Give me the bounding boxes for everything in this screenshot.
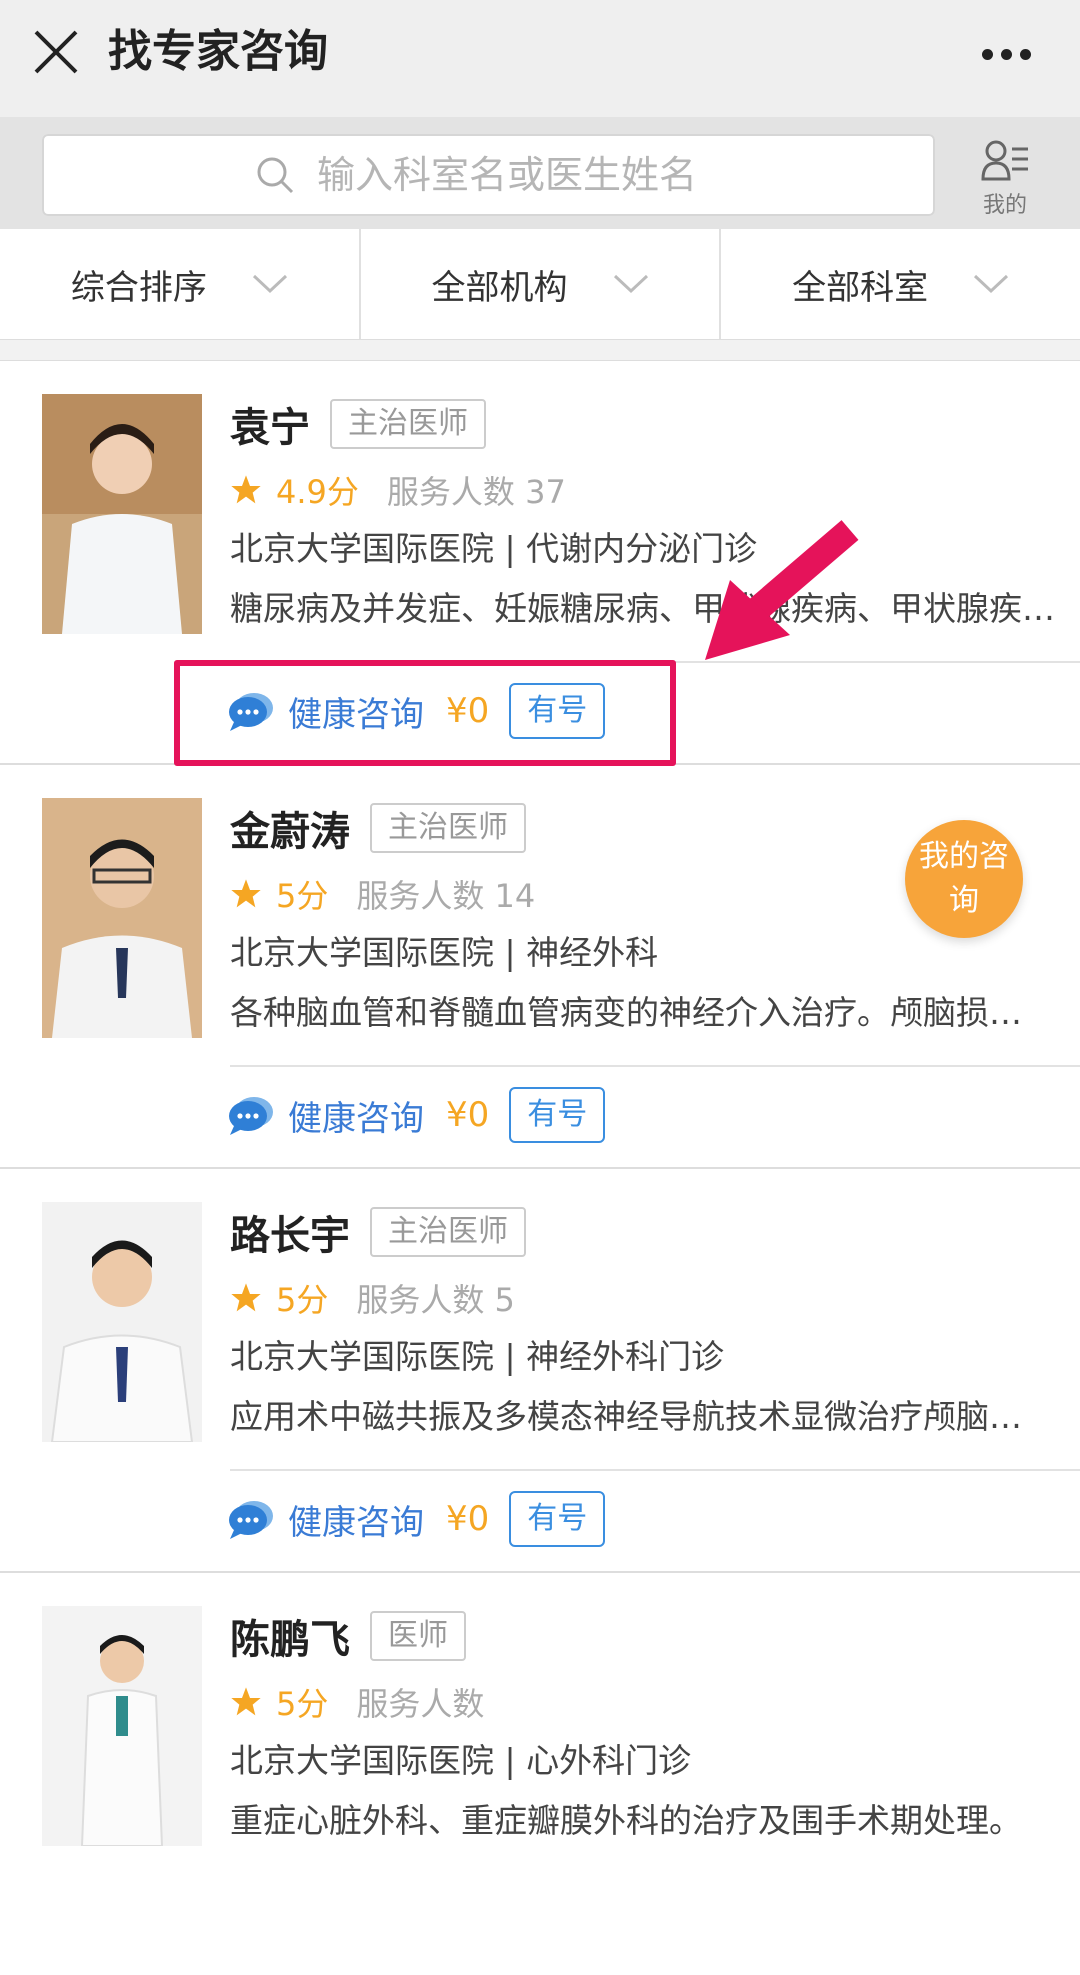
doctor-photo	[42, 798, 202, 1038]
highlight-box	[174, 660, 676, 766]
search-area: 输入科室名或医生姓名 我的	[0, 117, 1080, 229]
search-placeholder: 输入科室名或医生姓名	[317, 153, 698, 197]
served-count: 服务人数 37	[386, 473, 566, 511]
doctor-name: 陈鹏飞	[230, 1617, 350, 1663]
mine-button[interactable]: 我的	[965, 133, 1045, 218]
specialty: 应用术中磁共振及多模态神经导航技术显微治疗颅脑…	[230, 1397, 1022, 1436]
chat-bubble-icon	[229, 1097, 273, 1135]
mine-label: 我的	[982, 193, 1027, 218]
consult-row[interactable]: 健康咨询 ¥0 有号	[228, 1489, 606, 1549]
served-count: 服务人数	[356, 1685, 485, 1723]
spacer	[0, 340, 1080, 361]
my-consult-button[interactable]: 我的咨询	[905, 820, 1023, 938]
price: ¥0	[446, 1095, 490, 1135]
chat-bubble-icon	[229, 1501, 273, 1539]
filter-label: 全部机构	[431, 267, 568, 308]
chevron-down-icon	[252, 274, 287, 294]
filter-sort[interactable]: 综合排序	[0, 229, 361, 339]
hospital-dept: 北京大学国际医院 | 神经外科门诊	[230, 1337, 725, 1376]
rating-score: 5分	[276, 1685, 329, 1723]
doctor-title-badge: 主治医师	[370, 1207, 526, 1257]
doctor-photo	[42, 1606, 202, 1846]
filter-label: 全部科室	[792, 267, 929, 308]
doctor-title-badge: 医师	[370, 1611, 466, 1661]
consult-row[interactable]: 健康咨询 ¥0 有号	[228, 1085, 606, 1145]
filter-bar: 综合排序 全部机构 全部科室	[0, 229, 1080, 340]
filter-institution[interactable]: 全部机构	[361, 229, 722, 339]
rating-score: 4.9分	[276, 473, 359, 511]
doctor-title-badge: 主治医师	[330, 399, 486, 449]
price: ¥0	[446, 1499, 490, 1539]
more-icon[interactable]	[982, 40, 1042, 68]
doctor-photo	[42, 394, 202, 634]
doctor-card[interactable]: 路长宇 主治医师 5分 服务人数 5 北京大学国际医院 | 神经外科门诊 应用术…	[0, 1169, 1080, 1573]
star-icon	[231, 475, 261, 504]
specialty: 各种脑血管和脊髓血管病变的神经介入治疗。颅脑损…	[230, 993, 1022, 1032]
divider	[230, 1469, 1080, 1471]
consult-label: 健康咨询	[288, 1098, 424, 1139]
star-icon	[231, 1687, 261, 1716]
search-icon	[257, 157, 294, 194]
rating-row: 4.9分 服务人数 37	[230, 465, 566, 515]
doctor-photo	[42, 1202, 202, 1442]
page-title: 找专家咨询	[108, 26, 328, 77]
doctor-card[interactable]: 金蔚涛 主治医师 5分 服务人数 14 北京大学国际医院 | 神经外科 各种脑血…	[0, 765, 1080, 1169]
doctor-title-badge: 主治医师	[370, 803, 526, 853]
specialty: 糖尿病及并发症、妊娠糖尿病、甲状腺疾病、甲状腺疾病、甲…	[230, 589, 1060, 628]
rating-row: 5分 服务人数 5	[230, 1273, 515, 1323]
rating-row: 5分 服务人数 14	[230, 869, 535, 919]
hospital-dept: 北京大学国际医院 | 心外科门诊	[230, 1741, 692, 1780]
chevron-down-icon	[613, 274, 648, 294]
chevron-down-icon	[974, 274, 1009, 294]
hospital-dept: 北京大学国际医院 | 代谢内分泌门诊	[230, 529, 758, 568]
doctor-name: 袁宁	[230, 405, 310, 451]
close-icon[interactable]	[30, 26, 82, 78]
divider	[230, 1065, 1080, 1067]
rating-score: 5分	[276, 877, 329, 915]
filter-department[interactable]: 全部科室	[721, 229, 1080, 339]
search-input[interactable]: 输入科室名或医生姓名	[42, 134, 935, 216]
user-list-icon	[981, 140, 1028, 181]
doctor-card[interactable]: 陈鹏飞 医师 5分 服务人数 北京大学国际医院 | 心外科门诊 重症心脏外科、重…	[0, 1573, 1080, 1975]
specialty: 重症心脏外科、重症瓣膜外科的治疗及围手术期处理。	[230, 1801, 1022, 1840]
top-bar: 找专家咨询	[0, 0, 1080, 117]
star-icon	[231, 879, 261, 908]
served-count: 服务人数 14	[356, 877, 536, 915]
doctor-name: 路长宇	[230, 1213, 350, 1259]
rating-row: 5分 服务人数	[230, 1677, 484, 1727]
consult-label: 健康咨询	[288, 1502, 424, 1543]
star-icon	[231, 1283, 261, 1312]
availability-badge[interactable]: 有号	[509, 1491, 606, 1547]
availability-badge[interactable]: 有号	[509, 1087, 606, 1143]
pointer-arrow-icon	[705, 520, 859, 660]
rating-score: 5分	[276, 1281, 329, 1319]
doctor-name: 金蔚涛	[230, 809, 350, 855]
filter-label: 综合排序	[70, 267, 207, 308]
hospital-dept: 北京大学国际医院 | 神经外科	[230, 933, 659, 972]
served-count: 服务人数 5	[356, 1281, 515, 1319]
